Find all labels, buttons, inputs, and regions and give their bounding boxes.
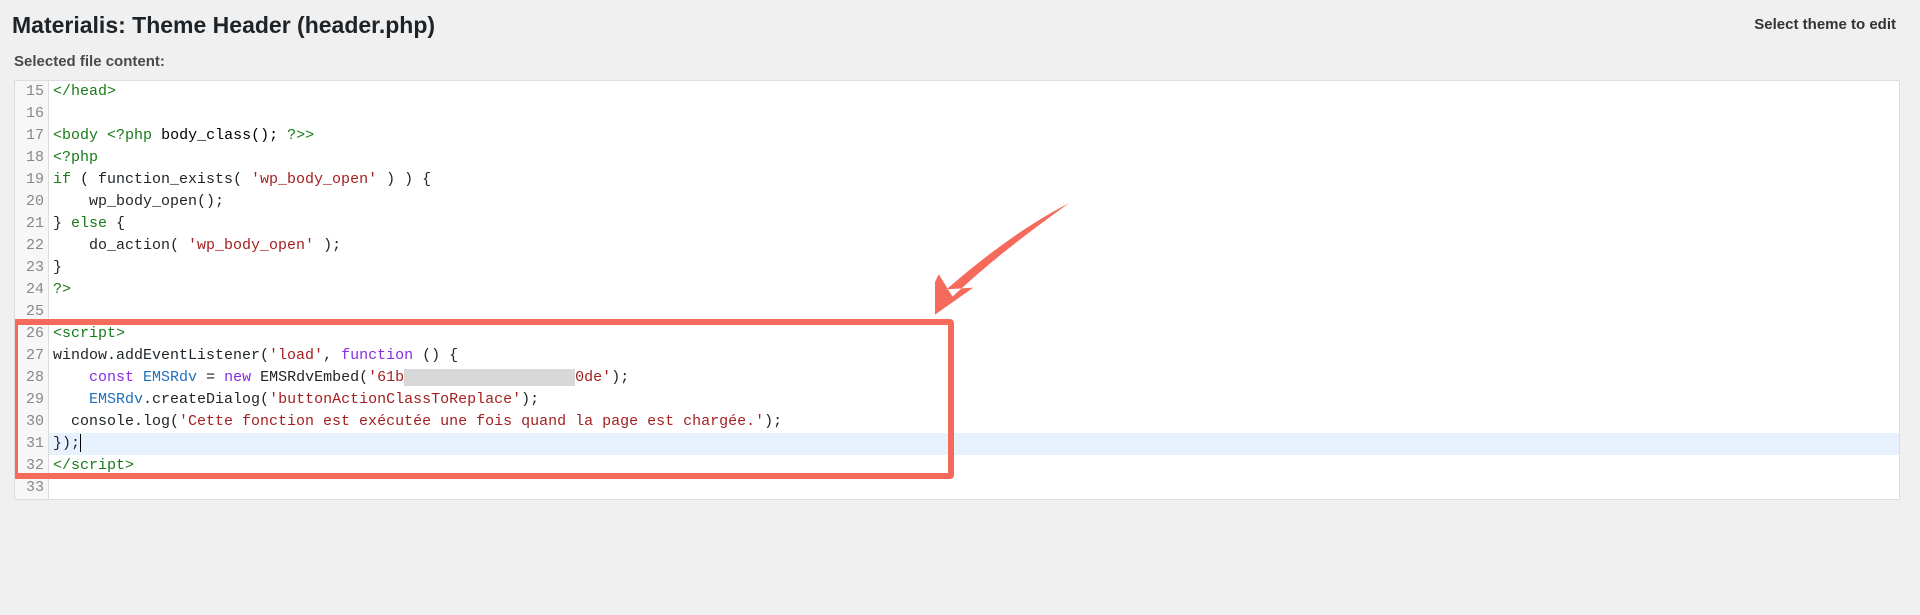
line-number: 32 xyxy=(15,455,49,477)
code-line[interactable]: 25 xyxy=(15,301,1899,323)
code-content[interactable]: if ( function_exists( 'wp_body_open' ) )… xyxy=(49,169,1899,191)
code-editor[interactable]: 15</head>1617<body <?php body_class(); ?… xyxy=(14,80,1900,500)
line-number: 27 xyxy=(15,345,49,367)
code-content[interactable]: wp_body_open(); xyxy=(49,191,1899,213)
code-content[interactable]: ?> xyxy=(49,279,1899,301)
code-content[interactable]: <body <?php body_class(); ?>> xyxy=(49,125,1899,147)
code-content[interactable] xyxy=(49,103,1899,125)
line-number: 16 xyxy=(15,103,49,125)
selected-file-label: Selected file content: xyxy=(14,53,1900,70)
line-number: 24 xyxy=(15,279,49,301)
code-content[interactable]: } else { xyxy=(49,213,1899,235)
code-content[interactable] xyxy=(49,301,1899,323)
code-line[interactable]: 21} else { xyxy=(15,213,1899,235)
code-line[interactable]: 32</script> xyxy=(15,455,1899,477)
code-line[interactable]: 31}); xyxy=(15,433,1899,455)
line-number: 21 xyxy=(15,213,49,235)
line-number: 33 xyxy=(15,477,49,499)
code-line[interactable]: 20 wp_body_open(); xyxy=(15,191,1899,213)
select-theme-link[interactable]: Select theme to edit xyxy=(1754,8,1900,33)
code-line[interactable]: 18<?php xyxy=(15,147,1899,169)
line-number: 31 xyxy=(15,433,49,455)
code-content[interactable]: </head> xyxy=(49,81,1899,103)
line-number: 30 xyxy=(15,411,49,433)
line-number: 17 xyxy=(15,125,49,147)
code-line[interactable]: 16 xyxy=(15,103,1899,125)
line-number: 15 xyxy=(15,81,49,103)
line-number: 22 xyxy=(15,235,49,257)
line-number: 28 xyxy=(15,367,49,389)
code-line[interactable]: 22 do_action( 'wp_body_open' ); xyxy=(15,235,1899,257)
code-content[interactable]: do_action( 'wp_body_open' ); xyxy=(49,235,1899,257)
code-line[interactable]: 17<body <?php body_class(); ?>> xyxy=(15,125,1899,147)
code-line[interactable]: 23} xyxy=(15,257,1899,279)
code-line[interactable]: 24?> xyxy=(15,279,1899,301)
line-number: 29 xyxy=(15,389,49,411)
code-line[interactable]: 29 EMSRdv.createDialog('buttonActionClas… xyxy=(15,389,1899,411)
line-number: 20 xyxy=(15,191,49,213)
code-content[interactable]: EMSRdv.createDialog('buttonActionClassTo… xyxy=(49,389,1899,411)
code-content[interactable]: <?php xyxy=(49,147,1899,169)
line-number: 23 xyxy=(15,257,49,279)
line-number: 26 xyxy=(15,323,49,345)
code-content[interactable]: window.addEventListener('load', function… xyxy=(49,345,1899,367)
code-content[interactable] xyxy=(49,477,1899,499)
code-content[interactable]: const EMSRdv = new EMSRdvEmbed('61bxxxxx… xyxy=(49,367,1899,389)
line-number: 19 xyxy=(15,169,49,191)
code-line[interactable]: 30 console.log('Cette fonction est exécu… xyxy=(15,411,1899,433)
code-line[interactable]: 19if ( function_exists( 'wp_body_open' )… xyxy=(15,169,1899,191)
code-line[interactable]: 15</head> xyxy=(15,81,1899,103)
code-line[interactable]: 28 const EMSRdv = new EMSRdvEmbed('61bxx… xyxy=(15,367,1899,389)
page-title: Materialis: Theme Header (header.php) xyxy=(12,12,435,39)
code-content[interactable]: <script> xyxy=(49,323,1899,345)
line-number: 25 xyxy=(15,301,49,323)
code-content[interactable]: console.log('Cette fonction est exécutée… xyxy=(49,411,1899,433)
code-content[interactable]: }); xyxy=(49,433,1899,455)
code-content[interactable]: } xyxy=(49,257,1899,279)
code-line[interactable]: 33 xyxy=(15,477,1899,499)
line-number: 18 xyxy=(15,147,49,169)
code-line[interactable]: 26<script> xyxy=(15,323,1899,345)
code-content[interactable]: </script> xyxy=(49,455,1899,477)
code-line[interactable]: 27window.addEventListener('load', functi… xyxy=(15,345,1899,367)
